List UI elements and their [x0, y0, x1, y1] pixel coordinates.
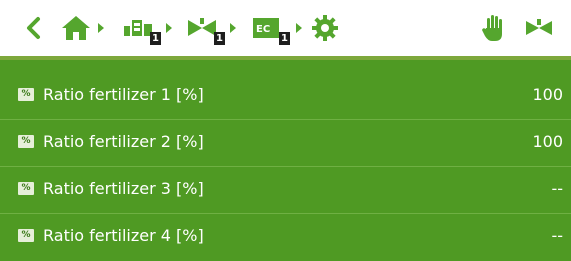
breadcrumb-separator-icon — [98, 23, 104, 33]
breadcrumb-separator-icon — [230, 23, 236, 33]
list-item[interactable]: % Ratio fertilizer 3 [%] -- — [0, 167, 571, 214]
row-label: Ratio fertilizer 1 [%] — [43, 85, 204, 104]
row-label: Ratio fertilizer 2 [%] — [43, 132, 204, 151]
gear-icon — [312, 15, 338, 41]
list-item[interactable]: % Ratio fertilizer 1 [%] 100 — [0, 73, 571, 120]
breadcrumb-settings[interactable] — [310, 0, 340, 56]
percent-icon: % — [18, 229, 34, 242]
row-label: Ratio fertilizer 3 [%] — [43, 179, 204, 198]
header-bar: 1 1 EC 1 — [0, 0, 571, 60]
fertilizer-icon — [526, 19, 552, 35]
row-value: -- — [551, 226, 563, 245]
breadcrumb-separator-icon — [296, 23, 302, 33]
fertilizer-action-button[interactable] — [522, 0, 558, 56]
settings-list: % Ratio fertilizer 1 [%] 100 % Ratio fer… — [0, 60, 571, 261]
fertilizer-badge: 1 — [214, 32, 225, 45]
back-button[interactable] — [22, 0, 44, 56]
percent-icon: % — [18, 182, 34, 195]
manual-mode-button[interactable] — [480, 0, 508, 56]
percent-icon: % — [18, 88, 34, 101]
row-value: -- — [551, 179, 563, 198]
breadcrumb-ec[interactable]: EC 1 — [248, 0, 290, 56]
breadcrumb-machine[interactable]: 1 — [119, 0, 161, 56]
row-value: 100 — [532, 85, 563, 104]
machine-badge: 1 — [150, 32, 161, 45]
chevron-left-icon — [27, 17, 40, 39]
home-icon — [62, 16, 90, 40]
hand-icon — [482, 15, 502, 41]
ec-icon-text: EC — [256, 24, 270, 35]
breadcrumb-fertilizer[interactable]: 1 — [183, 0, 225, 56]
list-item[interactable]: % Ratio fertilizer 2 [%] 100 — [0, 120, 571, 167]
breadcrumb-separator-icon — [166, 23, 172, 33]
ec-badge: 1 — [279, 32, 290, 45]
row-label: Ratio fertilizer 4 [%] — [43, 226, 204, 245]
breadcrumb-home[interactable] — [59, 0, 93, 56]
list-item[interactable]: % Ratio fertilizer 4 [%] -- — [0, 214, 571, 261]
percent-icon: % — [18, 135, 34, 148]
row-value: 100 — [532, 132, 563, 151]
